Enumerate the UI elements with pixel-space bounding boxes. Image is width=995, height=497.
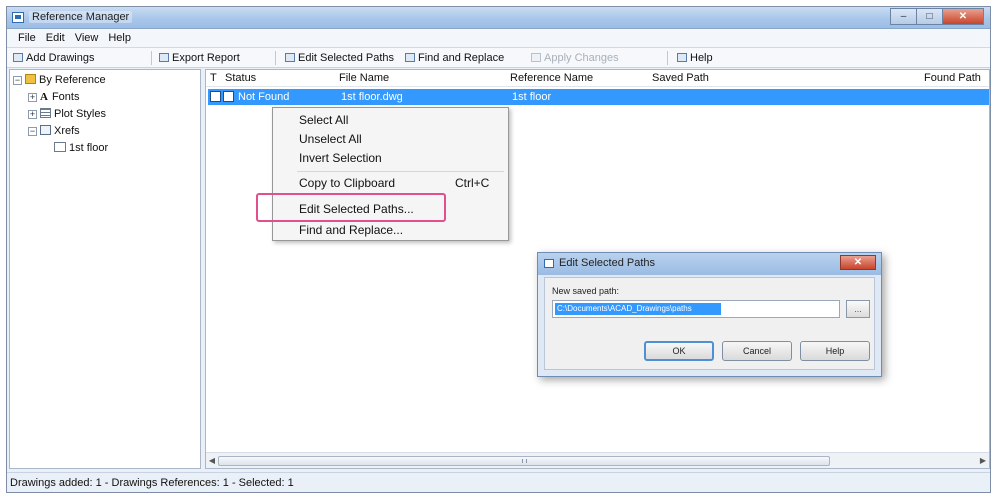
dialog-title: Edit Selected Paths: [559, 257, 656, 269]
find-and-replace-label: Find and Replace: [418, 52, 505, 64]
menu-edit[interactable]: Edit: [41, 32, 70, 44]
reference-manager-window: Reference Manager – □ ✕ File Edit View H…: [6, 6, 991, 493]
toolbar-separator: [667, 51, 668, 65]
menu-item-find-and-replace[interactable]: Find and Replace...: [299, 223, 403, 237]
expand-icon[interactable]: +: [28, 110, 37, 119]
apply-changes-button[interactable]: Apply Changes: [531, 51, 619, 65]
find-replace-icon: [405, 53, 415, 62]
apply-changes-icon: [531, 53, 541, 62]
input-selected-text: C:\Documents\ACAD_Drawings\paths: [555, 303, 721, 315]
grip-icon: [522, 459, 527, 463]
collapse-icon[interactable]: −: [13, 76, 22, 85]
browse-button[interactable]: ...: [846, 300, 870, 318]
menu-view[interactable]: View: [70, 32, 104, 44]
row-type-icons: [210, 91, 234, 102]
find-and-replace-button[interactable]: Find and Replace: [405, 51, 504, 65]
window-title: Reference Manager: [29, 11, 133, 23]
cancel-button[interactable]: Cancel: [722, 341, 792, 361]
warning-icon: [223, 91, 234, 102]
app-icon: [12, 12, 24, 23]
column-saved-path[interactable]: Saved Path: [652, 72, 709, 84]
plot-styles-icon: [40, 108, 51, 118]
edit-selected-paths-dialog: Edit Selected Paths ✕ New saved path: C:…: [537, 252, 882, 377]
tree-label: Xrefs: [54, 125, 80, 137]
tree-item-fonts[interactable]: + A Fonts: [28, 90, 79, 105]
tree-label: Fonts: [51, 91, 80, 103]
ok-button[interactable]: OK: [644, 341, 714, 361]
title-bar[interactable]: Reference Manager – □ ✕: [7, 7, 990, 29]
column-header: T Status File Name Reference Name Saved …: [206, 70, 989, 87]
dialog-title-bar[interactable]: Edit Selected Paths ✕: [538, 253, 881, 275]
menu-item-copy-to-clipboard[interactable]: Copy to Clipboard: [299, 176, 395, 190]
add-drawings-button[interactable]: Add Drawings: [13, 51, 94, 65]
xref-type-icon: [210, 91, 221, 102]
reference-tree: − By Reference + A Fonts + Plot Styles − Xref…: [9, 69, 201, 469]
reference-icon: [25, 74, 36, 84]
font-icon: A: [40, 91, 48, 103]
menu-bar: File Edit View Help: [7, 29, 990, 48]
tree-label: By Reference: [39, 74, 106, 86]
menu-item-unselect-all[interactable]: Unselect All: [299, 132, 362, 146]
help-button[interactable]: Help: [800, 341, 870, 361]
menu-help[interactable]: Help: [103, 32, 136, 44]
toolbar-separator: [151, 51, 152, 65]
help-label: Help: [690, 52, 713, 64]
expand-icon[interactable]: +: [28, 93, 37, 102]
horizontal-scrollbar[interactable]: ◀ ▶: [206, 452, 989, 468]
edit-selected-paths-label: Edit Selected Paths: [298, 52, 395, 64]
menu-separator: [297, 171, 504, 172]
status-bar: Drawings added: 1 - Drawings References:…: [7, 472, 990, 492]
menu-item-invert-selection[interactable]: Invert Selection: [299, 151, 382, 165]
scroll-right-icon[interactable]: ▶: [977, 455, 989, 466]
toolbar: Add Drawings Export Report Edit Selected…: [7, 48, 990, 68]
column-type[interactable]: T: [210, 72, 217, 84]
column-found-path[interactable]: Found Path: [924, 72, 981, 84]
add-drawings-label: Add Drawings: [26, 52, 95, 64]
dialog-body: New saved path: C:\Documents\ACAD_Drawin…: [544, 277, 875, 370]
dialog-close-button[interactable]: ✕: [840, 255, 876, 270]
tree-label: 1st floor: [69, 142, 109, 154]
row-reference-name: 1st floor: [512, 91, 552, 103]
menu-file[interactable]: File: [13, 32, 41, 44]
export-report-label: Export Report: [172, 52, 240, 64]
dialog-icon: [544, 259, 554, 268]
apply-changes-label: Apply Changes: [544, 52, 619, 64]
toolbar-separator: [275, 51, 276, 65]
help-button[interactable]: Help: [677, 51, 713, 65]
scrollbar-thumb[interactable]: [218, 456, 830, 466]
help-icon: [677, 53, 687, 62]
tree-item-plot-styles[interactable]: + Plot Styles: [28, 107, 106, 122]
tree-item-1st-floor[interactable]: 1st floor: [54, 141, 108, 156]
export-report-button[interactable]: Export Report: [159, 51, 240, 65]
drawing-file-icon: [54, 142, 66, 152]
column-status[interactable]: Status: [225, 72, 256, 84]
tree-label: Plot Styles: [54, 108, 106, 120]
window-controls: – □ ✕: [890, 8, 984, 25]
context-menu: Select All Unselect All Invert Selection…: [256, 107, 509, 241]
maximize-button[interactable]: □: [916, 8, 942, 25]
tree-item-by-reference[interactable]: − By Reference: [13, 73, 106, 88]
new-saved-path-input[interactable]: C:\Documents\ACAD_Drawings\paths: [552, 300, 840, 318]
edit-paths-icon: [285, 53, 295, 62]
xref-icon: [40, 125, 51, 135]
column-reference-name[interactable]: Reference Name: [510, 72, 593, 84]
table-row[interactable]: Not Found 1st floor.dwg 1st floor: [208, 89, 989, 105]
row-status: Not Found: [238, 91, 290, 103]
scroll-left-icon[interactable]: ◀: [206, 455, 218, 466]
minimize-button[interactable]: –: [890, 8, 916, 25]
add-drawings-icon: [13, 53, 23, 62]
export-report-icon: [159, 53, 169, 62]
tree-item-xrefs[interactable]: − Xrefs: [28, 124, 80, 139]
collapse-icon[interactable]: −: [28, 127, 37, 136]
copy-shortcut: Ctrl+C: [455, 176, 490, 190]
new-saved-path-label: New saved path:: [552, 286, 620, 296]
row-file-name: 1st floor.dwg: [341, 91, 403, 103]
column-file-name[interactable]: File Name: [339, 72, 389, 84]
edit-selected-paths-button[interactable]: Edit Selected Paths: [285, 51, 394, 65]
menu-item-select-all[interactable]: Select All: [299, 113, 348, 127]
highlight-box: [256, 193, 446, 222]
close-button[interactable]: ✕: [942, 8, 984, 25]
